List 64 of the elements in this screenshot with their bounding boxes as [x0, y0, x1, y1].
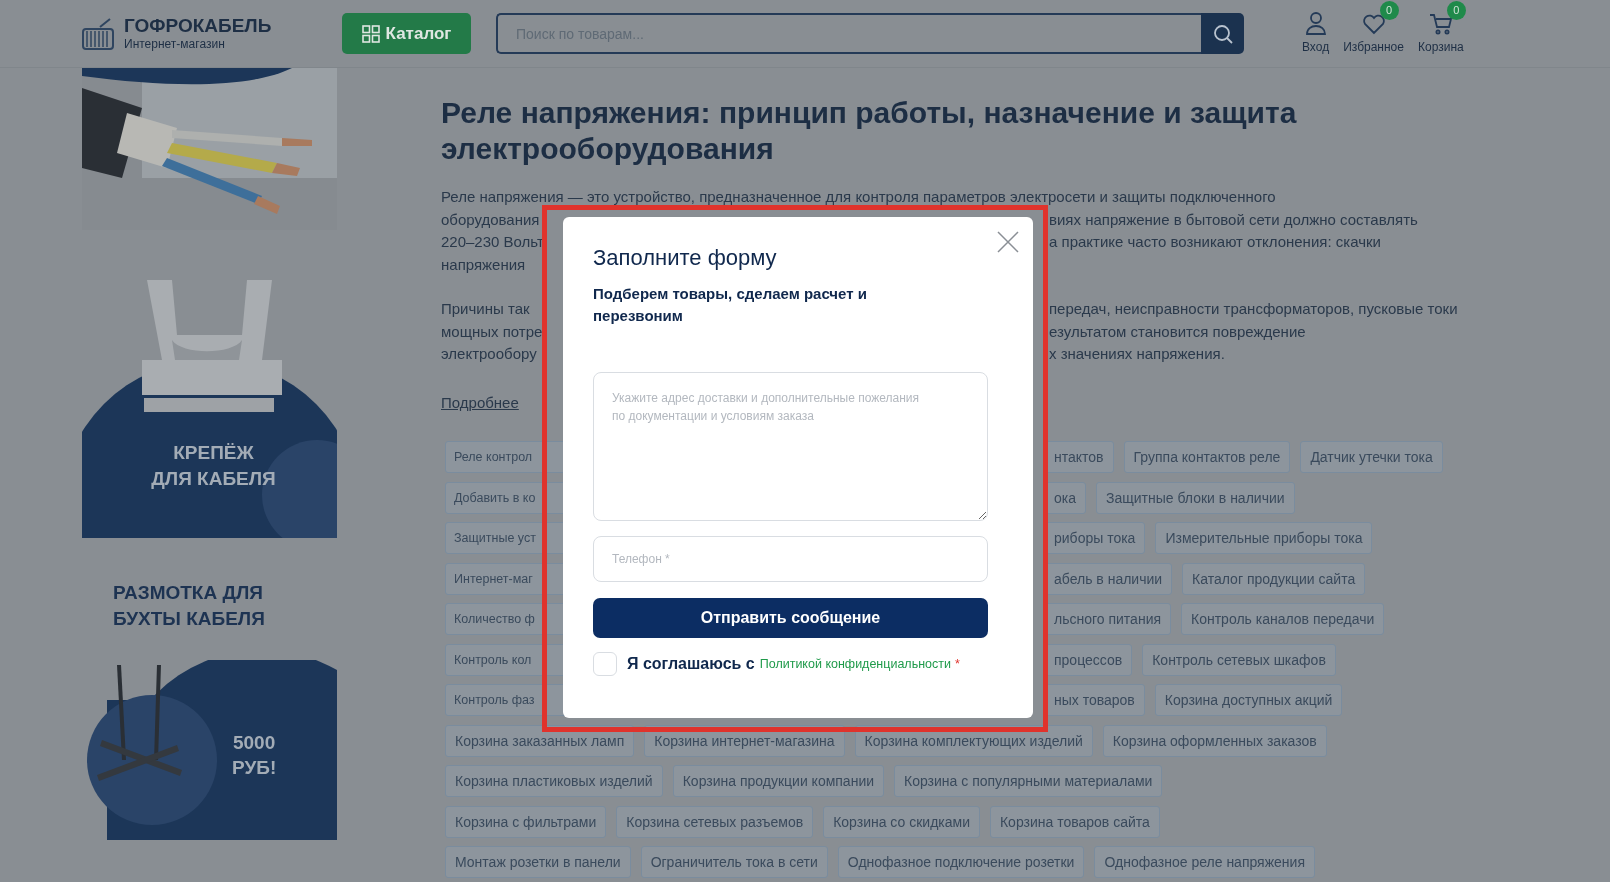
- tag-chip[interactable]: Корзина заказанных ламп: [445, 724, 635, 757]
- search-button[interactable]: [1201, 13, 1244, 54]
- paragraph-line: езультатом становится повреждение: [1049, 321, 1306, 342]
- submit-button[interactable]: Отправить сообщение: [593, 598, 988, 638]
- tag-chip[interactable]: Корзина пластиковых изделий: [445, 765, 663, 797]
- paragraph-line: электрообору: [441, 345, 537, 362]
- tag-chip[interactable]: Защитные блоки в наличии: [1096, 481, 1295, 514]
- phone-field[interactable]: Телефон *: [593, 536, 988, 582]
- tag-chip[interactable]: Группа контактов реле: [1123, 441, 1291, 473]
- tag-chip[interactable]: Контроль сетевых шкафов: [1142, 643, 1336, 676]
- logo-title: ГОФРОКАБЕЛЬ: [124, 15, 272, 37]
- grid-icon: [361, 24, 380, 43]
- comment-field[interactable]: Укажите адрес доставки и дополнительные пожелания по документации и условиям заказа: [593, 372, 988, 521]
- tag-chip[interactable]: Корзина с популярными материалами: [894, 765, 1163, 797]
- more-link[interactable]: Подробнее: [441, 391, 519, 414]
- catalog-button[interactable]: Каталог: [342, 13, 471, 54]
- banner-caption: ДЛЯ КАБЕЛЯ: [151, 467, 276, 491]
- promo-heading: БУХТЫ КАБЕЛЯ: [113, 607, 266, 631]
- tag-chip[interactable]: Измерительные приборы тока: [1155, 522, 1373, 554]
- paragraph-line: мощных потре: [441, 322, 543, 340]
- tag-chip[interactable]: Однофазное подключение розетки: [837, 846, 1085, 878]
- logo-subtitle: Интернет-магазин: [124, 37, 226, 52]
- paragraph-line: 220–230 Вольт: [441, 233, 544, 250]
- paragraph-line: оборудования: [441, 210, 540, 228]
- tag-chip[interactable]: Корзина со скидками: [823, 805, 980, 838]
- privacy-link[interactable]: Политикой конфиденциальности: [759, 654, 951, 674]
- article-title: Реле напряжения: принцип работы, назначение и защита электрооборудования: [441, 95, 1298, 167]
- paragraph-line: х значениях напряжения.: [1049, 344, 1225, 364]
- paragraph-line: Реле напряжения — это устройство, предназначенное для контроля параметров электросети и защиты подключенного: [441, 187, 1276, 207]
- heart-icon: [1361, 13, 1386, 35]
- close-icon[interactable]: [997, 231, 1019, 253]
- cart-icon: [1428, 13, 1453, 35]
- tag-chip[interactable]: Корзина товаров сайта: [989, 805, 1160, 838]
- paragraph-line: а практике часто возникают отклонения: скачки: [1049, 232, 1381, 252]
- paragraph-line: виях напряжение в бытовой сети должно составлять: [1049, 209, 1418, 230]
- promo-heading: РАЗМОТКА ДЛЯ: [113, 581, 264, 605]
- tag-chip[interactable]: Ограничитель тока в сети: [640, 846, 828, 878]
- search-icon: [1212, 23, 1233, 44]
- tag-chip[interactable]: Корзина доступных акций: [1154, 684, 1343, 716]
- banner-caption: КРЕПЁЖ: [173, 441, 254, 465]
- tag-chip[interactable]: Корзина с фильтрами: [445, 805, 607, 838]
- tag-chip[interactable]: Корзина комплектующих изделий: [854, 724, 1093, 757]
- tag-chip[interactable]: Однофазное реле напряжения: [1094, 846, 1315, 878]
- logo-icon: [82, 16, 114, 51]
- user-icon: [1304, 11, 1327, 35]
- tag-chip[interactable]: Датчик утечки тока: [1300, 441, 1443, 473]
- tag-chip[interactable]: Контроль каналов передачи: [1181, 603, 1385, 635]
- paragraph-line: передач, неисправности трансформаторов, пусковые токи: [1049, 299, 1458, 319]
- paragraph-line: Причины так: [441, 300, 530, 317]
- consent-checkbox[interactable]: [593, 652, 617, 676]
- paragraph-line: напряжения: [441, 254, 526, 275]
- tag-chip[interactable]: Корзина сетевых разъемов: [616, 805, 814, 838]
- price-label: РУБ!: [232, 756, 277, 780]
- count-badge: 0: [1379, 1, 1399, 20]
- modal-subtitle: Подберем товары, сделаем расчет и перезвоним: [593, 284, 868, 326]
- required-mark: *: [955, 655, 960, 673]
- header-action[interactable]: Вход: [1302, 11, 1330, 56]
- price-label: 5000: [232, 731, 276, 755]
- tag-chip[interactable]: Корзина оформленных заказов: [1102, 724, 1327, 757]
- tag-chip[interactable]: Монтаж розетки в панели: [445, 846, 631, 878]
- count-badge: 0: [1446, 1, 1466, 20]
- modal-title: Заполните форму: [593, 245, 778, 271]
- tag-chip[interactable]: Корзина продукции компании: [672, 765, 885, 797]
- tag-chip[interactable]: Каталог продукции сайта: [1182, 562, 1366, 595]
